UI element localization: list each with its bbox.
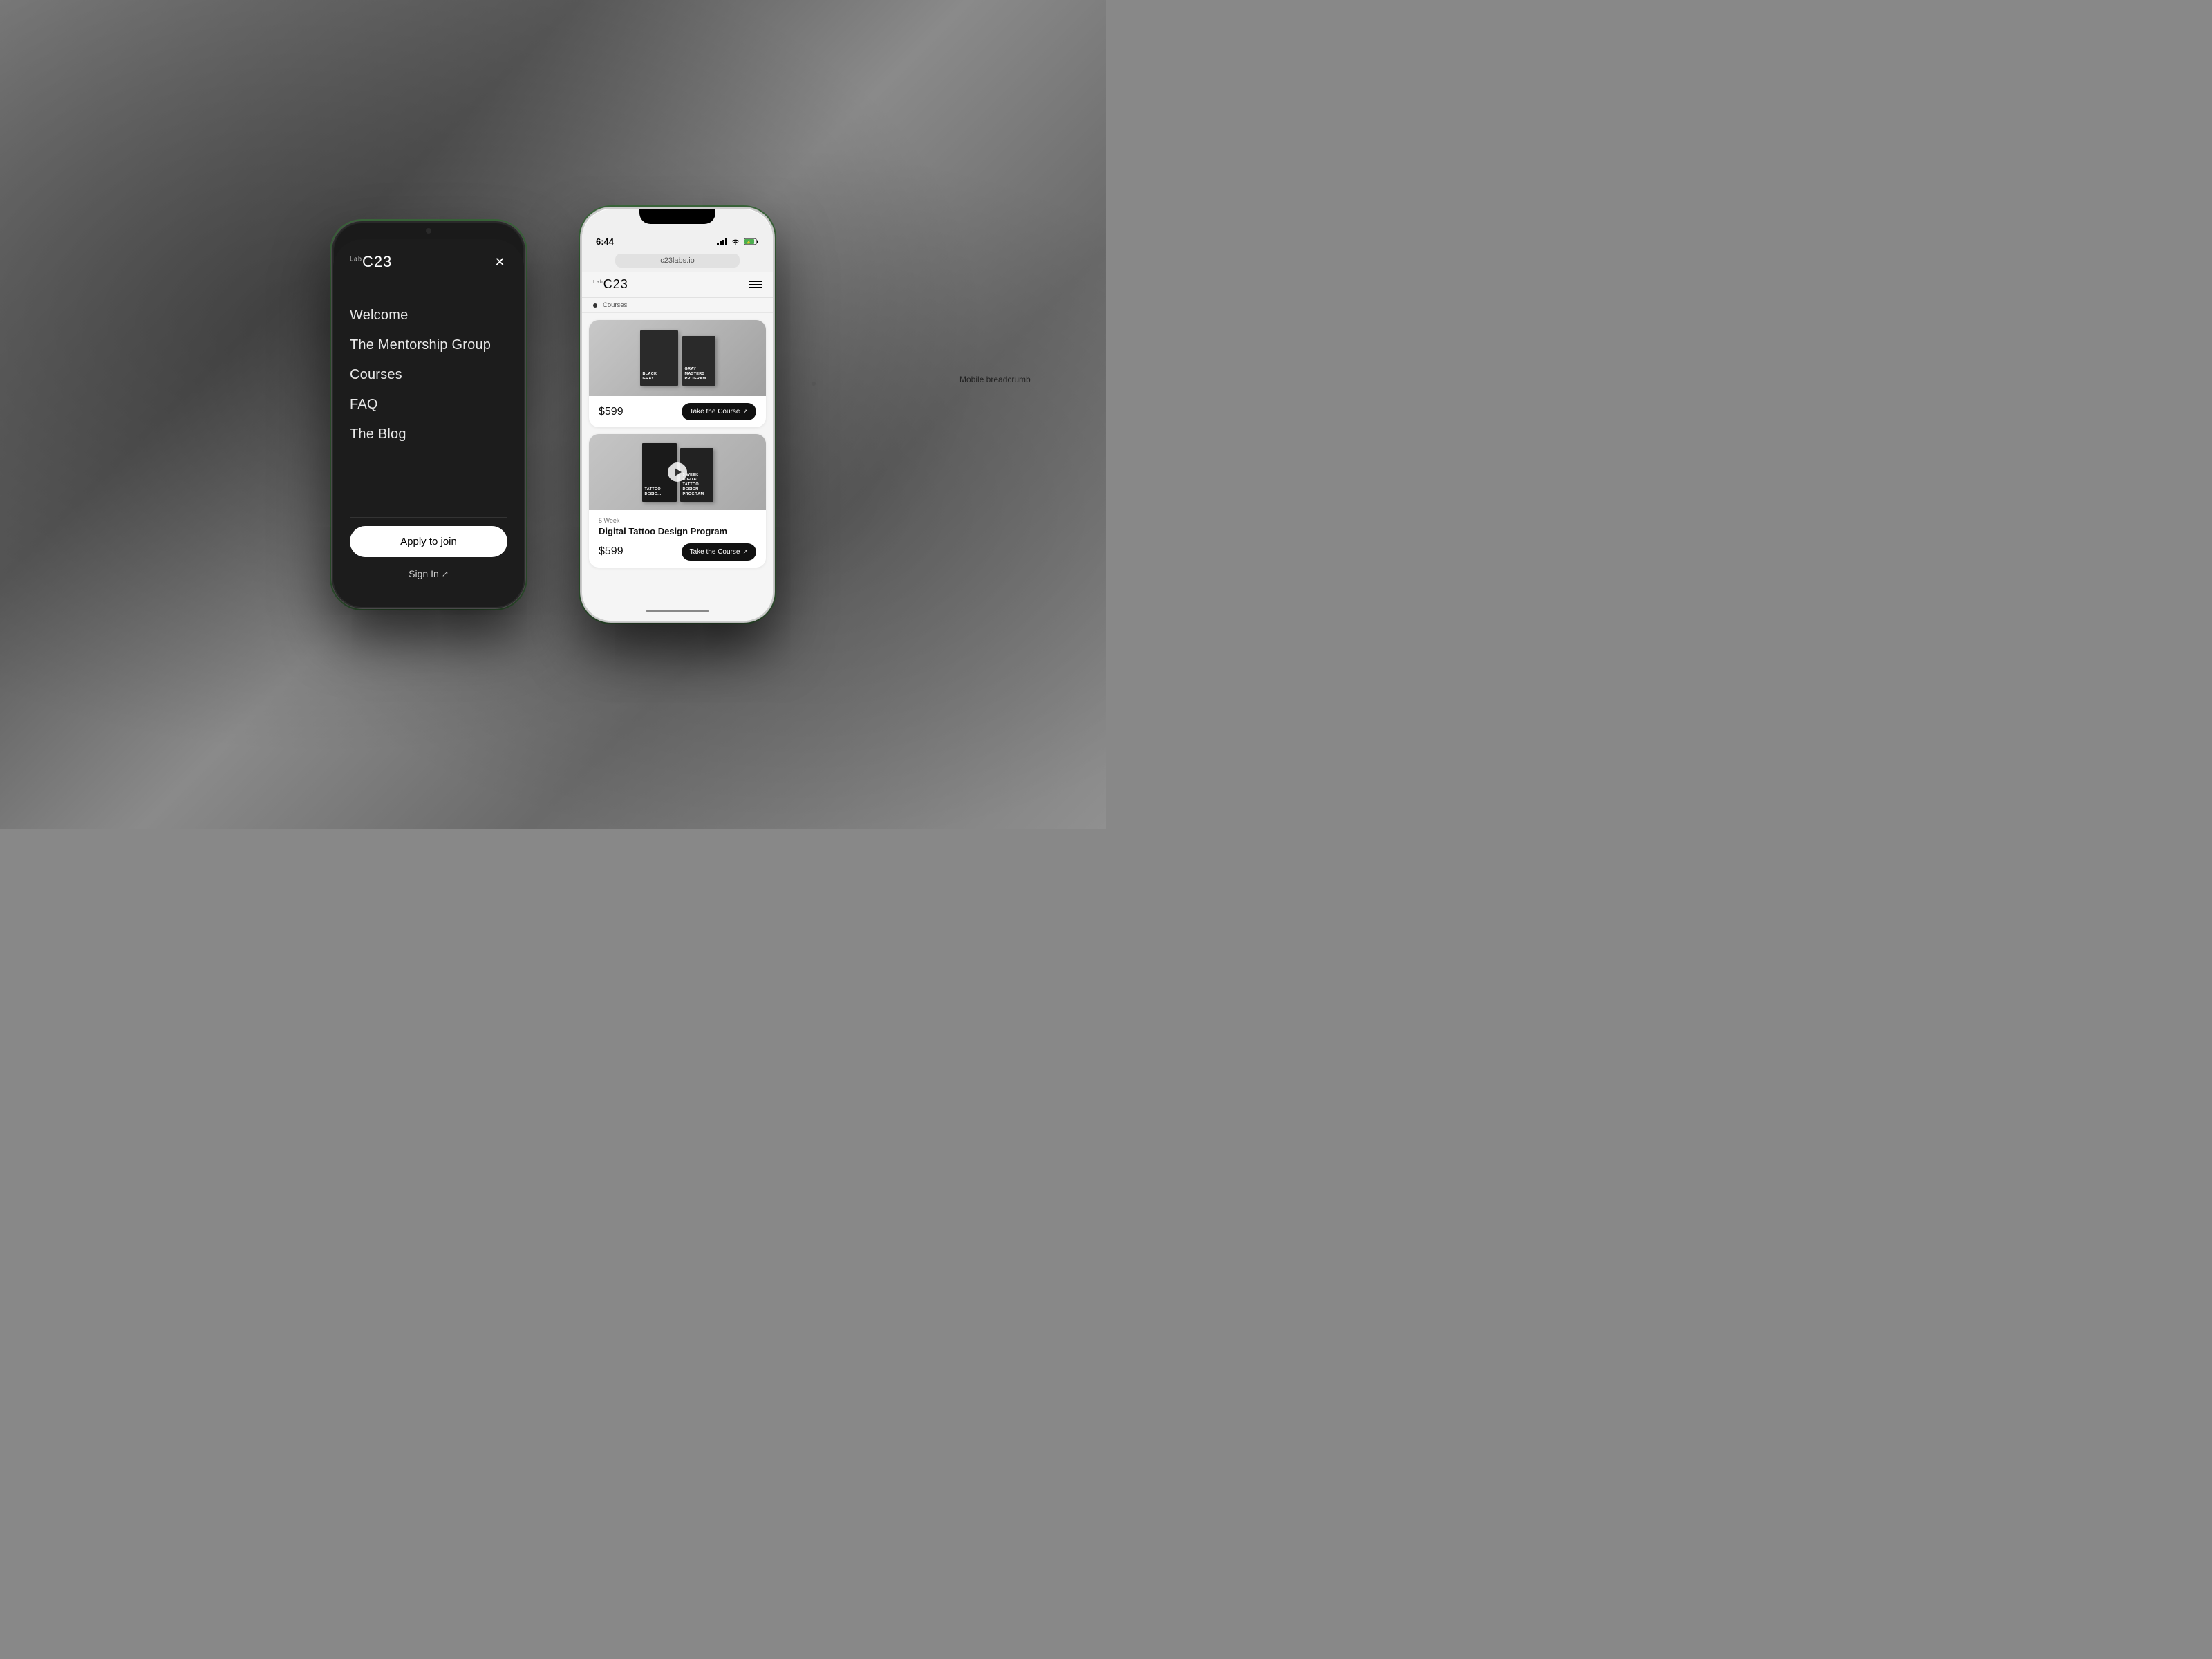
site-nav-bar: LabC23 xyxy=(582,272,773,298)
sign-in-link[interactable]: Sign In ↗ xyxy=(409,568,449,579)
main-nav: Welcome The Mentorship Group Courses FAQ… xyxy=(333,285,524,509)
course-card-digital-tattoo: TATTOODESIG... 5 WEEKDIGITALTATTOODESIGN… xyxy=(589,434,766,568)
status-bar: 6:44 xyxy=(582,228,773,250)
scene-container: LabC23 ✕ Welcome The Mentorship Group Co… xyxy=(0,0,1106,830)
menu-logo: LabC23 xyxy=(350,253,392,271)
take-course-button-1[interactable]: Take the Course ↗ xyxy=(682,403,756,420)
breadcrumb: Courses xyxy=(582,298,773,313)
logo-sup: Lab xyxy=(350,256,362,263)
close-icon[interactable]: ✕ xyxy=(492,254,507,270)
btn-arrow-icon-1: ↗ xyxy=(742,408,748,415)
battery-icon: ⚡ xyxy=(744,238,759,245)
status-area: 6:44 xyxy=(582,209,773,250)
course-price-2: $599 xyxy=(599,545,624,558)
btn-arrow-icon-2: ↗ xyxy=(742,548,748,556)
nav-mentorship[interactable]: The Mentorship Group xyxy=(350,332,507,359)
annotation-label: Mobile breadcrumb xyxy=(959,375,1031,384)
browser-bar: c23labs.io xyxy=(582,250,773,272)
signal-icon xyxy=(717,238,727,245)
course-title-2: Digital Tattoo Design Program xyxy=(599,526,756,538)
home-indicator xyxy=(582,601,773,621)
card-footer-2: $599 Take the Course ↗ xyxy=(599,543,756,561)
book-group-1: BLACKGRAY GRAYMASTERSPROGRAM xyxy=(640,330,715,386)
card-footer-1: $599 Take the Course ↗ xyxy=(599,403,756,420)
phone-website-wrapper: 6:44 xyxy=(581,207,774,622)
svg-text:⚡: ⚡ xyxy=(747,240,751,245)
url-bar[interactable]: c23labs.io xyxy=(615,254,740,268)
nav-welcome[interactable]: Welcome xyxy=(350,302,507,329)
play-icon[interactable] xyxy=(668,462,687,482)
course-image-gray-masters: BLACKGRAY GRAYMASTERSPROGRAM xyxy=(589,320,766,396)
home-bar xyxy=(646,610,709,612)
book-2: GRAYMASTERSPROGRAM xyxy=(682,336,715,386)
nav-blog[interactable]: The Blog xyxy=(350,421,507,448)
course-image-digital-tattoo: TATTOODESIG... 5 WEEKDIGITALTATTOODESIGN… xyxy=(589,434,766,510)
week-label: 5 Week xyxy=(599,517,756,524)
course-price-1: $599 xyxy=(599,406,624,418)
wifi-icon xyxy=(731,238,740,245)
card-body-1: $599 Take the Course ↗ xyxy=(589,396,766,427)
phone-menu-inner: LabC23 ✕ Welcome The Mentorship Group Co… xyxy=(333,239,524,607)
play-triangle xyxy=(675,468,682,476)
course-list: BLACKGRAY GRAYMASTERSPROGRAM $599 Take t… xyxy=(582,313,773,601)
nav-divider xyxy=(350,517,507,518)
course-card-gray-masters: BLACKGRAY GRAYMASTERSPROGRAM $599 Take t… xyxy=(589,320,766,427)
status-time: 6:44 xyxy=(596,236,614,247)
card-body-2: 5 Week Digital Tattoo Design Program $59… xyxy=(589,510,766,568)
status-icons: ⚡ xyxy=(717,238,759,245)
annotation: Mobile breadcrumb xyxy=(814,382,954,386)
site-logo: LabC23 xyxy=(593,277,628,292)
menu-actions: Apply to join Sign In ↗ xyxy=(333,526,524,607)
book-1: BLACKGRAY xyxy=(640,330,678,386)
menu-header: LabC23 ✕ xyxy=(333,253,524,285)
take-course-button-2[interactable]: Take the Course ↗ xyxy=(682,543,756,561)
phone-website: 6:44 xyxy=(581,207,774,622)
nav-faq[interactable]: FAQ xyxy=(350,391,507,418)
hamburger-menu-icon[interactable] xyxy=(749,281,762,288)
power-button xyxy=(773,306,774,340)
breadcrumb-dot-icon xyxy=(593,303,597,308)
nav-courses[interactable]: Courses xyxy=(350,362,507,388)
apply-to-join-button[interactable]: Apply to join xyxy=(350,526,507,557)
camera xyxy=(426,228,431,234)
signin-arrow-icon: ↗ xyxy=(442,569,449,579)
phone-menu: LabC23 ✕ Welcome The Mentorship Group Co… xyxy=(332,221,525,608)
